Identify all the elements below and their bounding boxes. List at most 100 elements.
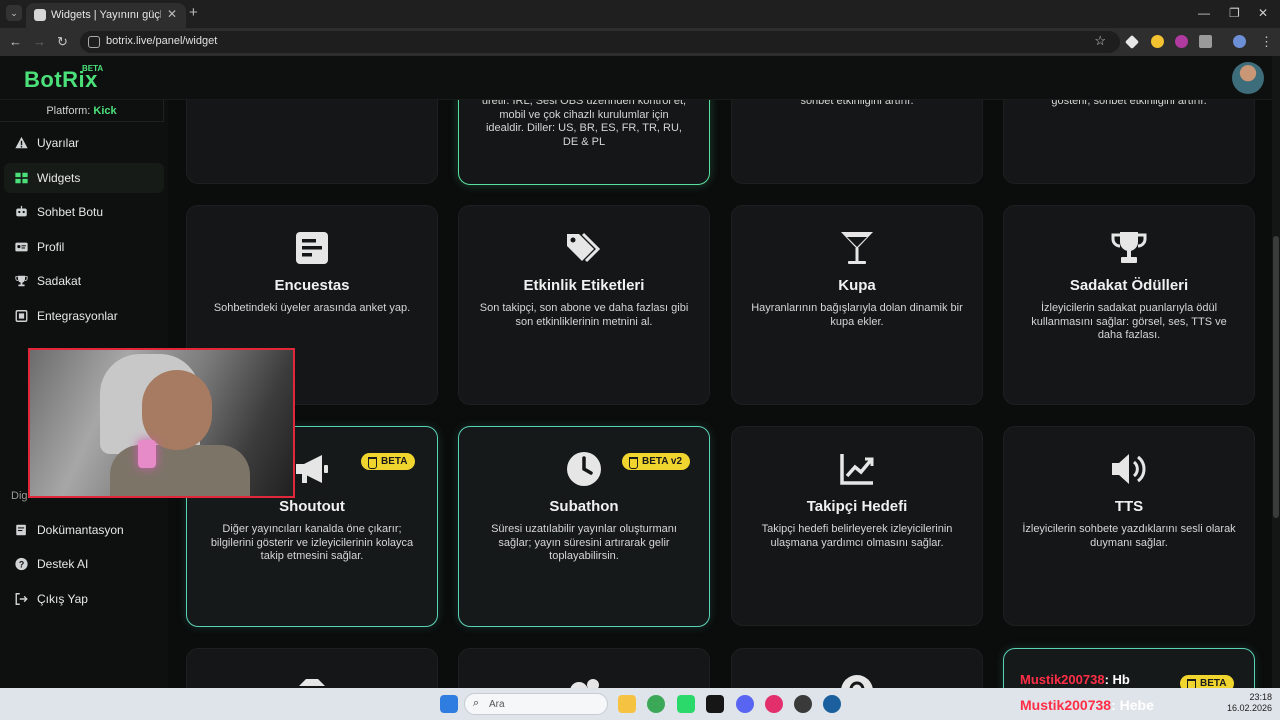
profile-icon[interactable]	[1233, 35, 1246, 48]
browser-tab-strip: ⌄ Widgets | Yayınını güçlendirmek ✕ + — …	[0, 0, 1280, 28]
widget-card[interactable]: sohbet etkinliğini artırır.	[731, 100, 983, 184]
sidebar-item-cikis-yap[interactable]: Çıkış Yap	[4, 584, 164, 614]
webcam-person-face	[142, 370, 212, 450]
sidebar-item-uyarilar[interactable]: Uyarılar	[4, 128, 164, 158]
sidebar-item-label: Sohbet Botu	[37, 205, 104, 219]
widget-card-etkinlik-etiketleri[interactable]: Etkinlik Etiketleri Son takipçi, son abo…	[458, 205, 710, 405]
sidebar-item-label: Sadakat	[37, 274, 82, 288]
extensions-puzzle-icon[interactable]	[1199, 35, 1212, 48]
steam-icon[interactable]	[823, 695, 841, 713]
file-explorer-icon[interactable]	[618, 695, 636, 713]
widget-card[interactable]: gösterir, sohbet etkinliğini artırır.	[1003, 100, 1255, 184]
chat-text: : Hb	[1104, 672, 1130, 687]
taskbar-search[interactable]: ⌕ Ara	[464, 693, 608, 715]
clock[interactable]: 23:18 16.02.2026	[1220, 692, 1272, 714]
card-title: Subathon	[549, 498, 619, 515]
chat-username: Mustik200738	[1020, 672, 1105, 687]
browser-tab[interactable]: Widgets | Yayınını güçlendirmek ✕	[26, 3, 186, 28]
card-title: Sadakat Ödülleri	[1069, 277, 1189, 294]
search-placeholder: Ara	[489, 699, 505, 710]
platform-indicator: Platform: Kick	[0, 100, 164, 122]
site-info-icon[interactable]	[88, 36, 100, 48]
sidebar-item-sadakat[interactable]: Sadakat	[4, 266, 164, 296]
webcam-overlay	[28, 348, 295, 498]
browser-menu-icon[interactable]: ⋮	[1260, 34, 1273, 50]
card-title: Encuestas	[274, 277, 350, 294]
widget-card-kupa[interactable]: Kupa Hayranlarının bağışlarıyla dolan di…	[731, 205, 983, 405]
tiktok-icon[interactable]	[706, 695, 724, 713]
back-icon[interactable]: ←	[9, 34, 22, 49]
minimize-icon[interactable]: —	[1198, 6, 1210, 20]
sidebar-item-destek-ai[interactable]: ? Destek AI	[4, 549, 164, 579]
forward-icon[interactable]: →	[33, 34, 46, 49]
diamond-icon	[298, 679, 326, 688]
sidebar-item-profil[interactable]: Profil	[4, 232, 164, 262]
tab-title: Widgets | Yayınını güçlendirmek	[51, 9, 161, 21]
maximize-icon[interactable]: ❐	[1229, 6, 1240, 20]
speaker-icon	[1112, 454, 1146, 484]
user-avatar[interactable]	[1232, 62, 1264, 94]
widget-card[interactable]	[458, 648, 710, 688]
extension-icon[interactable]	[1124, 34, 1140, 50]
extension-icon[interactable]	[1151, 35, 1164, 48]
widget-card[interactable]	[731, 648, 983, 688]
reload-icon[interactable]: ↻	[57, 34, 68, 50]
discord-icon[interactable]	[736, 695, 754, 713]
card-title: Etkinlik Etiketleri	[523, 277, 645, 294]
logout-icon	[15, 593, 28, 605]
svg-text:?: ?	[19, 560, 24, 570]
tab-favicon	[34, 9, 46, 21]
widget-card-sadakat-odulleri[interactable]: Sadakat Ödülleri İzleyicilerin sadakat p…	[1003, 205, 1255, 405]
card-title: Takipçi Hedefi	[806, 498, 908, 515]
sidebar-item-entegrasyonlar[interactable]: Entegrasyonlar	[4, 301, 164, 331]
sidebar-item-label: Widgets	[37, 171, 81, 185]
poll-icon	[296, 232, 328, 264]
sidebar-item-label: Uyarılar	[37, 136, 80, 150]
logo-beta-badge: BETA	[82, 64, 104, 73]
question-circle-icon	[841, 675, 873, 688]
chat-text: : Hebe	[1111, 697, 1154, 713]
id-card-icon	[15, 242, 28, 252]
sidebar-section-label: Dig	[11, 490, 28, 502]
obs-icon[interactable]	[794, 695, 812, 713]
widget-card-subathon[interactable]: BETA v2 Subathon Süresi uzatılabilir yay…	[458, 426, 710, 627]
kick-icon[interactable]	[677, 695, 695, 713]
sidebar-item-sohbet-botu[interactable]: Sohbet Botu	[4, 197, 164, 227]
card-description: üretir. IRL, Sesi OBS üzerinden kontrol …	[481, 100, 687, 148]
window-close-icon[interactable]: ✕	[1258, 6, 1268, 20]
chrome-icon[interactable]	[647, 695, 665, 713]
sidebar-item-label: Çıkış Yap	[37, 592, 88, 606]
widget-card[interactable]	[186, 100, 438, 184]
sidebar-item-label: Destek AI	[37, 557, 89, 571]
extension-icon[interactable]	[1175, 35, 1188, 48]
tab-search-dropdown[interactable]: ⌄	[6, 5, 22, 21]
search-icon: ⌕	[473, 697, 480, 709]
clock-time: 23:18	[1249, 692, 1272, 702]
widget-card-tts[interactable]: TTS İzleyicilerin sohbete yazdıklarını s…	[1003, 426, 1255, 626]
scrollbar-thumb[interactable]	[1273, 236, 1279, 518]
card-description: Süresi uzatılabilir yayınlar oluşturmanı…	[491, 523, 677, 562]
widget-card-takipci-hedefi[interactable]: Takipçi Hedefi Takipçi hedefi belirleyer…	[731, 426, 983, 626]
bookmark-star-icon[interactable]: ☆	[1094, 33, 1106, 49]
sidebar-item-label: Profil	[37, 240, 65, 254]
tags-icon	[567, 232, 601, 263]
widget-card[interactable]	[186, 648, 438, 688]
url-bar[interactable]: botrix.live/panel/widget ☆	[80, 31, 1120, 53]
new-tab-icon[interactable]: +	[189, 5, 198, 21]
start-icon[interactable]	[440, 695, 458, 713]
trophy-icon	[15, 275, 28, 287]
tab-close-icon[interactable]: ✕	[167, 7, 177, 21]
card-description: Diğer yayıncıları kanalda öne çıkarır; b…	[210, 523, 414, 562]
app-header: BotRix BETA	[0, 56, 1280, 100]
media-player-icon[interactable]	[765, 695, 783, 713]
card-title: Shoutout	[279, 498, 345, 515]
sidebar-item-widgets[interactable]: Widgets	[4, 163, 164, 193]
card-description: İzleyicilerin sohbete yazdıklarını sesli…	[1022, 523, 1236, 549]
widgets-grid: üretir. IRL, Sesi OBS üzerinden kontrol …	[168, 100, 1272, 688]
widget-card[interactable]: üretir. IRL, Sesi OBS üzerinden kontrol …	[458, 100, 710, 185]
card-description: sohbet etkinliğini artırır.	[800, 100, 914, 107]
clock-date: 16.02.2026	[1226, 703, 1272, 713]
sidebar-item-dokumantasyon[interactable]: Dokümantasyon	[4, 515, 164, 545]
platform-label: Platform:	[46, 105, 91, 117]
card-description: İzleyicilerin sadakat puanlarıyla ödül k…	[1031, 302, 1227, 341]
